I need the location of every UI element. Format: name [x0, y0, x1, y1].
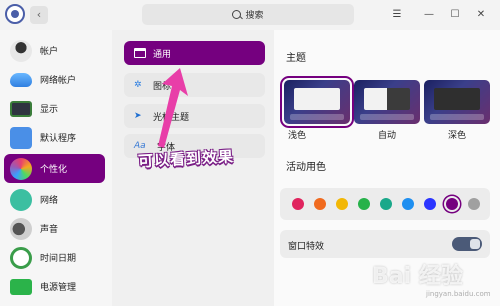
sidebar-item-label: 默认程序 — [40, 134, 77, 144]
accent-swatch-yellow[interactable] — [336, 198, 348, 210]
sidebar-item-display[interactable]: 显示 — [4, 94, 105, 123]
sidebar-item-default-apps[interactable]: 默认程序 — [4, 123, 105, 152]
battery-icon — [10, 278, 32, 295]
sidebar-item-label: 网络 — [40, 196, 59, 206]
check-list-icon — [10, 126, 32, 149]
theme-preview-dock — [360, 114, 414, 120]
sidebar-item-personalization[interactable]: 个性化 — [4, 154, 105, 183]
sidebar-item-sound[interactable]: 声音 — [4, 214, 105, 243]
monitor-icon — [10, 100, 32, 117]
accent-swatch-teal[interactable] — [380, 198, 392, 210]
accent-color-row — [280, 188, 490, 220]
submenu-item-label: 通用 — [153, 49, 172, 60]
theme-preview-window — [364, 88, 410, 110]
maximize-button[interactable]: ☐ — [446, 6, 464, 24]
accent-swatch-blue[interactable] — [402, 198, 414, 210]
sidebar-item-label: 网络帐户 — [40, 76, 77, 86]
close-button[interactable]: ✕ — [472, 6, 490, 24]
cursor-icon: ➤ — [134, 111, 142, 121]
sidebar-item-account[interactable]: 帐户 — [4, 36, 105, 65]
sidebar-item-power[interactable]: 电源管理 — [4, 272, 105, 301]
speaker-icon — [10, 217, 32, 240]
accent-swatch-green[interactable] — [358, 198, 370, 210]
accent-swatch-orange[interactable] — [314, 198, 326, 210]
sidebar-item-datetime[interactable]: 时间日期 — [4, 243, 105, 272]
accent-color-title: 活动用色 — [286, 162, 326, 173]
theme-label-auto: 自动 — [377, 131, 396, 141]
sidebar-item-label: 个性化 — [40, 165, 68, 175]
sidebar-item-cloud-account[interactable]: 网络帐户 — [4, 65, 105, 94]
snowflake-icon: ✲ — [134, 80, 142, 90]
accent-swatch-gray[interactable] — [468, 198, 480, 210]
palette-icon — [10, 157, 32, 180]
back-button[interactable]: ‹ — [30, 6, 48, 24]
annotation-arrow — [158, 68, 188, 148]
theme-label-light: 浅色 — [288, 131, 307, 141]
user-icon — [10, 39, 32, 62]
window-effect-row: 窗口特效 — [280, 230, 490, 258]
watermark-logo: Bai 经验 — [372, 264, 463, 289]
theme-option-light[interactable] — [280, 76, 354, 128]
cloud-icon — [10, 72, 32, 87]
sidebar-item-label: 声音 — [40, 225, 59, 235]
window-icon — [134, 48, 146, 58]
window-effect-toggle[interactable] — [452, 237, 482, 251]
theme-preview-window — [434, 88, 480, 110]
network-icon — [10, 188, 32, 211]
accent-swatch-indigo[interactable] — [424, 198, 436, 210]
window-effect-label: 窗口特效 — [288, 242, 325, 252]
accent-swatch-red[interactable] — [292, 198, 304, 210]
sidebar: 帐户 网络帐户 显示 默认程序 个性化 网络 声音 时间日期 电源管理 — [0, 30, 112, 306]
sidebar-item-label: 电源管理 — [40, 283, 77, 293]
theme-option-dark[interactable] — [424, 80, 490, 124]
search-input[interactable]: 搜索 — [142, 4, 354, 25]
search-placeholder: 搜索 — [245, 11, 264, 21]
minimize-button[interactable]: — — [420, 6, 438, 24]
title-bar: ‹ 搜索 ☰ — ☐ ✕ — [0, 0, 500, 30]
theme-preview-window — [294, 88, 340, 110]
sidebar-item-label: 时间日期 — [40, 254, 77, 264]
clock-icon — [10, 246, 32, 269]
theme-label-dark: 深色 — [447, 131, 466, 141]
app-logo-icon — [5, 4, 25, 24]
theme-option-auto[interactable] — [354, 80, 420, 124]
theme-preview-dock — [430, 114, 484, 120]
sidebar-item-label: 帐户 — [40, 47, 59, 57]
menu-icon[interactable]: ☰ — [388, 6, 406, 24]
watermark-url: jingyan.baidu.com — [426, 290, 491, 298]
accent-swatch-purple[interactable] — [446, 198, 458, 210]
sidebar-item-network[interactable]: 网络 — [4, 185, 105, 214]
sidebar-item-label: 显示 — [40, 105, 59, 115]
search-icon — [232, 10, 242, 19]
theme-section-title: 主题 — [286, 53, 306, 64]
theme-preview-dock — [290, 114, 344, 120]
